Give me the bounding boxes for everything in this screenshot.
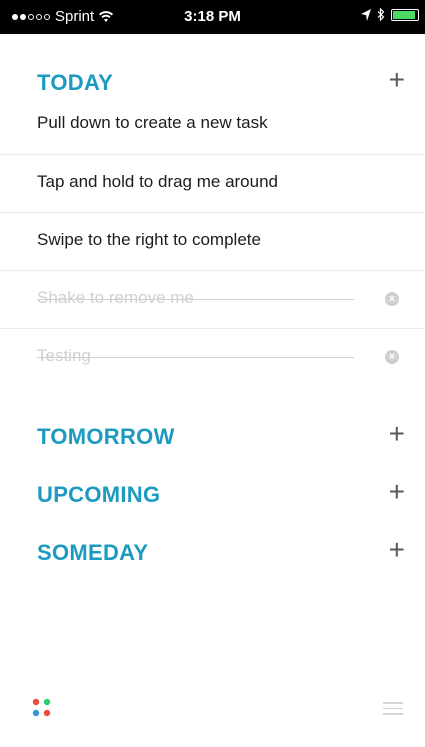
task-text: Pull down to create a new task bbox=[37, 113, 268, 132]
add-task-tomorrow-button[interactable]: + bbox=[389, 420, 405, 448]
section-header-someday: SOMEDAY + bbox=[0, 528, 425, 580]
add-task-someday-button[interactable]: + bbox=[389, 536, 405, 564]
section-title-today: TODAY bbox=[37, 70, 114, 95]
task-row[interactable]: Tap and hold to drag me around bbox=[0, 154, 425, 212]
section-header-tomorrow: TOMORROW + bbox=[0, 412, 425, 464]
task-row[interactable]: Pull down to create a new task bbox=[0, 96, 425, 154]
strikethrough-line bbox=[37, 299, 354, 300]
battery-icon bbox=[391, 8, 419, 21]
section-header-upcoming: UPCOMING + bbox=[0, 470, 425, 522]
task-row[interactable]: Swipe to the right to complete bbox=[0, 212, 425, 270]
bluetooth-icon bbox=[377, 8, 385, 21]
task-text: Shake to remove me bbox=[37, 288, 194, 307]
status-bar: Sprint 3:18 PM bbox=[0, 0, 425, 34]
task-row-completed[interactable]: Testing × bbox=[0, 328, 425, 386]
add-task-today-button[interactable]: + bbox=[389, 66, 405, 94]
app-logo-icon[interactable] bbox=[30, 697, 54, 721]
x-circle-icon[interactable]: × bbox=[385, 292, 399, 306]
section-title-upcoming: UPCOMING bbox=[37, 482, 161, 507]
section-title-someday: SOMEDAY bbox=[37, 540, 149, 565]
section-title-tomorrow: TOMORROW bbox=[37, 424, 175, 449]
add-task-upcoming-button[interactable]: + bbox=[389, 478, 405, 506]
task-text: Tap and hold to drag me around bbox=[37, 172, 279, 191]
task-text: Testing bbox=[37, 346, 91, 365]
location-arrow-icon bbox=[361, 8, 371, 21]
x-circle-icon[interactable]: × bbox=[385, 350, 399, 364]
menu-icon[interactable] bbox=[383, 702, 403, 716]
task-row-completed[interactable]: Shake to remove me × bbox=[0, 270, 425, 328]
status-right bbox=[361, 8, 419, 21]
strikethrough-line bbox=[37, 357, 354, 358]
task-text: Swipe to the right to complete bbox=[37, 230, 261, 249]
